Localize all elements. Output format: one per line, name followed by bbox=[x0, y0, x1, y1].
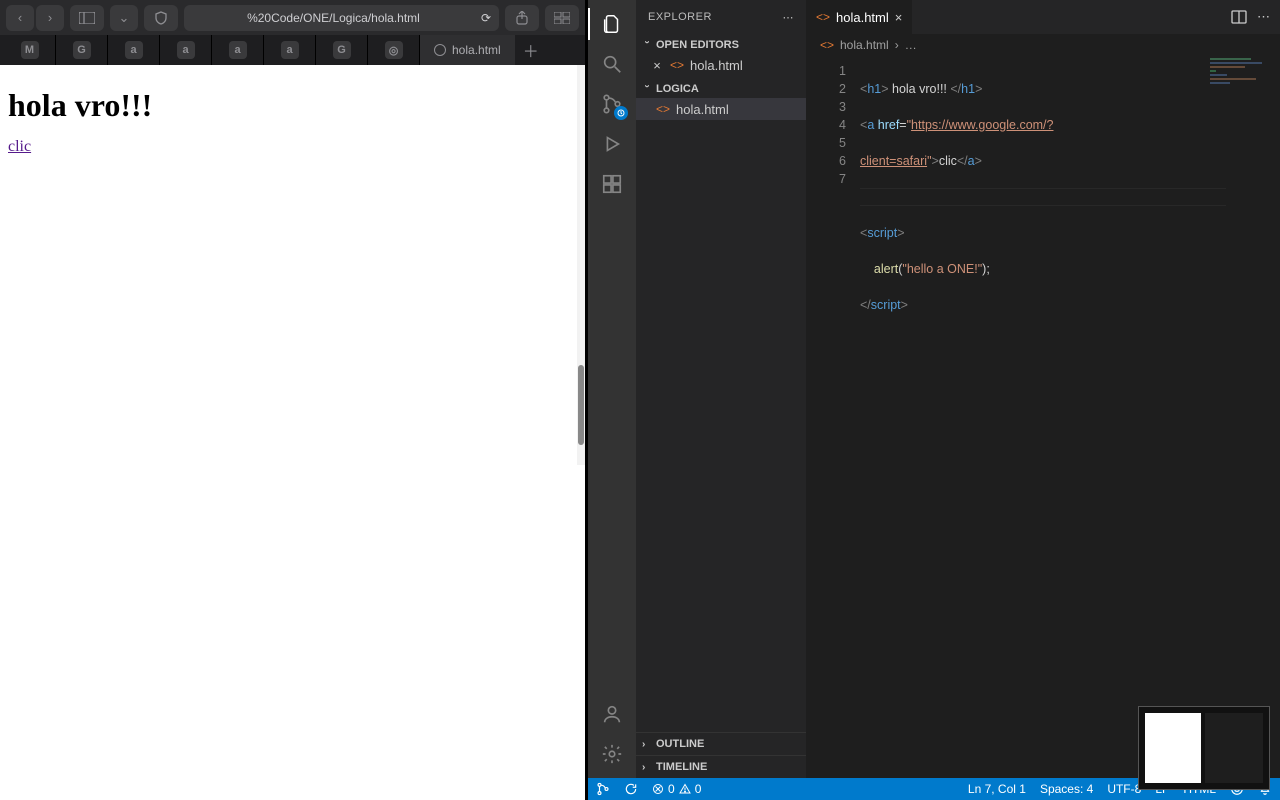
safari-window: ‹ › ⌄ %20Code/ONE/Logica/hola.html ⟳ bbox=[0, 0, 585, 800]
workspace-filename: hola.html bbox=[676, 102, 729, 117]
account-icon[interactable] bbox=[598, 700, 626, 728]
chevron-down-icon: › bbox=[642, 40, 653, 50]
safari-active-tab[interactable]: hola.html bbox=[420, 35, 515, 65]
status-cursor[interactable]: Ln 7, Col 1 bbox=[968, 782, 1026, 796]
favorite-4[interactable]: a bbox=[160, 35, 212, 65]
html-file-icon: <> bbox=[816, 10, 830, 24]
breadcrumb-file: hola.html bbox=[840, 38, 889, 52]
line-gutter: 1 2 3 4 5 6 7 bbox=[806, 56, 860, 778]
html-file-icon: <> bbox=[656, 102, 670, 116]
open-editor-filename: hola.html bbox=[690, 58, 743, 73]
open-editor-item[interactable]: × <> hola.html bbox=[636, 54, 806, 76]
forward-button[interactable]: › bbox=[36, 5, 64, 31]
explorer-header: EXPLORER ⋯ bbox=[636, 0, 806, 34]
code-content[interactable]: <h1> hola vro!!! </h1> <a href="https://… bbox=[860, 56, 1280, 778]
close-icon[interactable]: × bbox=[650, 58, 664, 73]
breadcrumb[interactable]: <> hola.html › … bbox=[806, 34, 1280, 56]
activity-bar bbox=[588, 0, 636, 778]
safari-tabbar: M G a a a a G ◎ hola.html ＋ bbox=[0, 35, 585, 65]
back-button[interactable]: ‹ bbox=[6, 5, 34, 31]
chevron-down-icon: › bbox=[642, 84, 653, 94]
explorer-icon[interactable] bbox=[598, 10, 626, 38]
html-file-icon: <> bbox=[820, 38, 834, 52]
editor-actions: ⋯ bbox=[1231, 0, 1280, 34]
favorite-1[interactable]: M bbox=[4, 35, 56, 65]
reload-icon[interactable]: ⟳ bbox=[481, 11, 491, 25]
scm-badge-icon bbox=[614, 106, 628, 120]
toolbar-chevron[interactable]: ⌄ bbox=[110, 5, 138, 31]
run-debug-icon[interactable] bbox=[598, 130, 626, 158]
status-spaces[interactable]: Spaces: 4 bbox=[1040, 782, 1093, 796]
favorite-6[interactable]: a bbox=[264, 35, 316, 65]
favorite-5[interactable]: a bbox=[212, 35, 264, 65]
editor-tab-label: hola.html bbox=[836, 10, 889, 25]
tabs-overview-button[interactable] bbox=[545, 5, 579, 31]
favorite-7[interactable]: G bbox=[316, 35, 368, 65]
outline-section[interactable]: › OUTLINE bbox=[636, 732, 806, 755]
safari-tab-label: hola.html bbox=[452, 43, 501, 57]
status-encoding[interactable]: UTF-8 bbox=[1107, 782, 1141, 796]
chevron-right-icon: › bbox=[642, 739, 652, 750]
explorer-more-icon[interactable]: ⋯ bbox=[783, 11, 795, 24]
editor-tabs: <> hola.html × ⋯ bbox=[806, 0, 1280, 34]
search-icon[interactable] bbox=[598, 50, 626, 78]
safari-toolbar: ‹ › ⌄ %20Code/ONE/Logica/hola.html ⟳ bbox=[0, 0, 585, 35]
status-branch[interactable] bbox=[596, 782, 610, 796]
open-editors-section[interactable]: › OPEN EDITORS bbox=[636, 36, 806, 54]
url-bar[interactable]: %20Code/ONE/Logica/hola.html ⟳ bbox=[184, 5, 499, 31]
safari-scrollbar[interactable] bbox=[577, 65, 585, 465]
timeline-section[interactable]: › TIMELINE bbox=[636, 755, 806, 778]
explorer-sidebar: EXPLORER ⋯ › OPEN EDITORS × <> hola.html bbox=[636, 0, 806, 778]
editor-tab-hola[interactable]: <> hola.html × bbox=[806, 0, 913, 34]
source-control-icon[interactable] bbox=[598, 90, 626, 118]
extensions-icon[interactable] bbox=[598, 170, 626, 198]
vscode-body: EXPLORER ⋯ › OPEN EDITORS × <> hola.html bbox=[588, 0, 1280, 778]
new-tab-button[interactable]: ＋ bbox=[515, 35, 547, 65]
favorite-3[interactable]: a bbox=[108, 35, 160, 65]
editor-area: <> hola.html × ⋯ <> hola.html › bbox=[806, 0, 1280, 778]
workspace-section[interactable]: › LOGICA bbox=[636, 80, 806, 98]
sidebar-toggle-button[interactable] bbox=[70, 5, 104, 31]
chevron-right-icon: › bbox=[642, 762, 652, 773]
split-editor-icon[interactable] bbox=[1231, 10, 1247, 24]
status-sync[interactable] bbox=[624, 782, 638, 796]
pip-left-panel bbox=[1145, 713, 1201, 783]
page-link[interactable]: clic bbox=[8, 138, 31, 155]
breadcrumb-separator: › bbox=[895, 38, 899, 52]
pip-right-panel bbox=[1205, 713, 1263, 783]
favorite-8[interactable]: ◎ bbox=[368, 35, 420, 65]
scrollbar-thumb[interactable] bbox=[578, 365, 584, 445]
safari-chrome: ‹ › ⌄ %20Code/ONE/Logica/hola.html ⟳ bbox=[0, 0, 585, 65]
status-problems[interactable]: 0 0 bbox=[652, 782, 701, 796]
picture-in-picture-preview[interactable] bbox=[1138, 706, 1270, 790]
breadcrumb-more: … bbox=[905, 38, 917, 52]
settings-gear-icon[interactable] bbox=[598, 740, 626, 768]
split-screen-root: ‹ › ⌄ %20Code/ONE/Logica/hola.html ⟳ bbox=[0, 0, 1280, 800]
url-text: %20Code/ONE/Logica/hola.html bbox=[192, 11, 475, 25]
code-editor[interactable]: 1 2 3 4 5 6 7 <h1> hola vro!!! </h1> <a … bbox=[806, 56, 1280, 778]
safari-page-content: hola vro!!! clic bbox=[0, 65, 585, 800]
html-file-icon: <> bbox=[670, 58, 684, 72]
share-button[interactable] bbox=[505, 5, 539, 31]
favorite-2[interactable]: G bbox=[56, 35, 108, 65]
page-heading: hola vro!!! bbox=[8, 87, 577, 124]
workspace-file-item[interactable]: <> hola.html bbox=[636, 98, 806, 120]
explorer-title: EXPLORER bbox=[648, 11, 712, 23]
editor-scrollbar[interactable] bbox=[1268, 56, 1280, 778]
tab-favicon-icon bbox=[434, 44, 446, 56]
vscode-window: EXPLORER ⋯ › OPEN EDITORS × <> hola.html bbox=[588, 0, 1280, 800]
close-icon[interactable]: × bbox=[895, 10, 903, 25]
privacy-shield-button[interactable] bbox=[144, 5, 178, 31]
more-actions-icon[interactable]: ⋯ bbox=[1257, 9, 1270, 25]
